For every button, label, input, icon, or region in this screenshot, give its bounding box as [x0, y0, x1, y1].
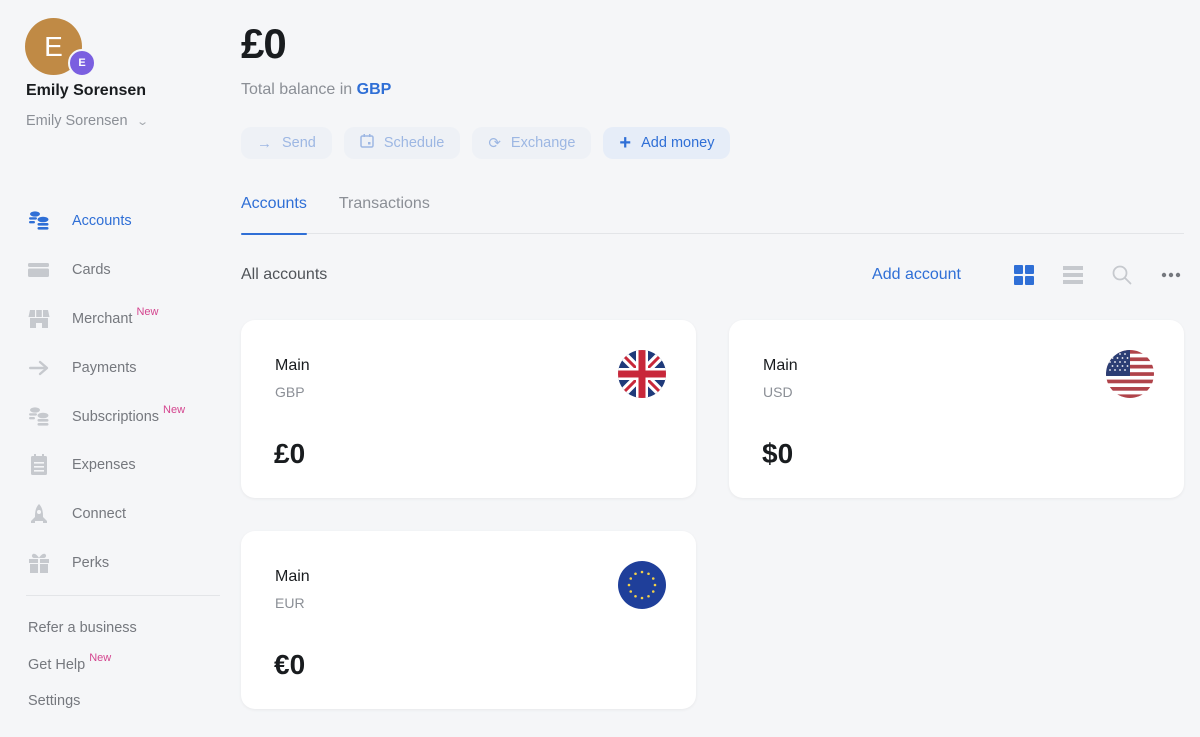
new-badge: New	[89, 651, 112, 664]
eu-star	[647, 594, 650, 598]
arrow-right-icon: →	[257, 134, 272, 152]
exchange-icon: ⟳	[488, 135, 501, 152]
account-name: Main	[763, 357, 798, 374]
user-name: Emily Sorensen	[26, 82, 147, 99]
get-help-link[interactable]: Get Help New	[28, 652, 137, 694]
eu-star	[651, 577, 655, 580]
action-bar: → Send Schedule ⟳ Exchange + Add money	[241, 127, 731, 159]
new-badge: New	[163, 403, 186, 416]
send-label: Send	[282, 135, 316, 151]
coins-icon	[26, 208, 52, 234]
account-switcher-label: Emily Sorensen	[26, 113, 128, 129]
card-icon	[26, 257, 52, 283]
uk-flag-icon	[618, 350, 666, 398]
store-icon	[26, 306, 52, 332]
tab-bar: Accounts Transactions	[241, 187, 1184, 235]
chevron-down-icon: ⌄	[135, 115, 149, 128]
eu-flag-icon	[618, 561, 666, 609]
sidebar-item-subscriptions[interactable]: Subscriptions New	[26, 392, 221, 441]
sidebar-item-expenses[interactable]: Expenses	[26, 441, 221, 490]
account-currency: GBP	[275, 384, 305, 400]
eu-star	[653, 583, 657, 587]
us-flag-icon	[1106, 350, 1154, 398]
sidebar: E E Emily Sorensen Emily Sorensen ⌄ Acco…	[0, 0, 230, 737]
account-currency: USD	[763, 384, 793, 400]
schedule-button[interactable]: Schedule	[343, 127, 461, 159]
footer-link-label: Get Help	[28, 656, 86, 673]
section-title: All accounts	[241, 266, 328, 283]
sidebar-item-label: Expenses	[72, 457, 136, 474]
add-money-label: Add money	[641, 135, 715, 151]
sidebar-item-perks[interactable]: Perks	[26, 539, 221, 588]
eu-star	[647, 572, 650, 576]
list-view-icon[interactable]	[1060, 262, 1086, 288]
sidebar-item-label: Subscriptions	[72, 408, 160, 425]
eu-star	[629, 590, 633, 593]
refer-business-link[interactable]: Refer a business	[28, 620, 137, 657]
footer-link-label: Settings	[28, 693, 81, 709]
sidebar-item-label: Perks	[72, 554, 110, 571]
sidebar-item-label: Merchant	[72, 310, 133, 327]
plus-icon: +	[619, 131, 632, 154]
sidebar-item-accounts[interactable]: Accounts	[26, 197, 221, 246]
account-balance: €0	[274, 649, 306, 680]
search-icon[interactable]	[1109, 262, 1135, 288]
calendar-icon	[360, 134, 374, 152]
exchange-label: Exchange	[510, 135, 576, 151]
eu-star	[634, 572, 637, 576]
account-switcher[interactable]: Emily Sorensen ⌄	[26, 113, 149, 129]
coins-icon	[26, 404, 52, 430]
sidebar-item-label: Payments	[72, 359, 137, 376]
clipboard-icon	[26, 452, 52, 478]
sidebar-divider	[26, 595, 220, 596]
balance-subtitle: Total balance in GBP	[241, 81, 391, 99]
balance-prefix: Total balance in	[241, 81, 353, 98]
sidebar-item-label: Accounts	[72, 213, 132, 230]
grid-view-icon[interactable]	[1011, 262, 1037, 288]
account-card-eur[interactable]: Main EUR €0	[241, 531, 696, 709]
account-currency: EUR	[275, 595, 305, 611]
tab-accounts[interactable]: Accounts	[241, 187, 307, 235]
eu-star	[629, 577, 633, 580]
sidebar-item-label: Cards	[72, 262, 111, 279]
account-card-usd[interactable]: Main USD $0	[729, 320, 1184, 498]
settings-link[interactable]: Settings	[28, 693, 137, 730]
account-balance: £0	[274, 438, 306, 469]
gift-icon	[26, 550, 52, 576]
sidebar-item-merchant[interactable]: Merchant New	[26, 295, 221, 344]
more-icon[interactable]	[1158, 262, 1184, 288]
account-balance: $0	[762, 438, 794, 469]
eu-star	[651, 590, 655, 593]
eu-star	[634, 594, 637, 598]
account-name: Main	[275, 357, 310, 374]
sidebar-item-cards[interactable]: Cards	[26, 246, 221, 295]
tab-transactions[interactable]: Transactions	[339, 187, 430, 234]
new-badge: New	[136, 305, 159, 318]
account-card-gbp[interactable]: Main GBP £0	[241, 320, 696, 498]
sidebar-item-payments[interactable]: Payments	[26, 343, 221, 392]
schedule-label: Schedule	[383, 135, 445, 151]
exchange-button[interactable]: ⟳ Exchange	[472, 127, 592, 159]
eu-star	[627, 583, 631, 587]
sidebar-footer: Refer a business Get Help New Settings	[28, 620, 137, 730]
footer-link-label: Refer a business	[28, 620, 137, 636]
total-balance: £0	[241, 20, 287, 67]
sidebar-nav: Accounts Cards Merchant New Payments Sub…	[26, 197, 221, 587]
account-name: Main	[275, 568, 310, 585]
eu-star	[640, 570, 644, 574]
balance-currency-selector[interactable]: GBP	[357, 81, 392, 98]
eu-star	[640, 596, 644, 600]
arrow-right-icon	[26, 355, 52, 381]
sidebar-item-label: Connect	[72, 506, 127, 523]
add-money-button[interactable]: + Add money	[603, 127, 731, 159]
accounts-toolbar: Add account	[872, 262, 1184, 288]
sidebar-item-connect[interactable]: Connect	[26, 490, 221, 539]
send-button[interactable]: → Send	[241, 127, 332, 159]
rocket-icon	[26, 501, 52, 527]
avatar-badge: E	[68, 49, 96, 77]
add-account-button[interactable]: Add account	[872, 266, 961, 284]
